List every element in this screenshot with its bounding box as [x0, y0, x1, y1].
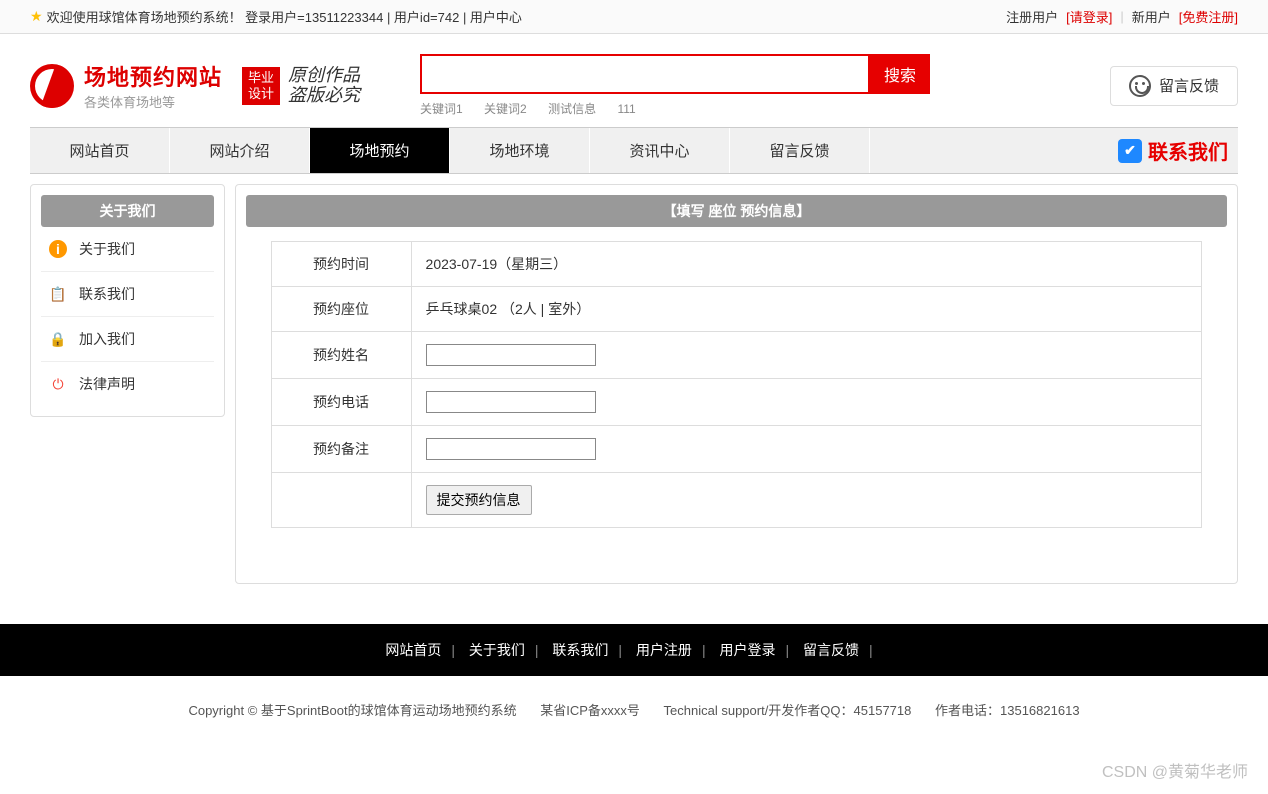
keyword-link[interactable]: 关键词1	[420, 102, 463, 116]
copyright-text: Copyright © 基于SprintBoot的球馆体育运动场地预约系统	[188, 703, 516, 718]
clipboard-icon: 📋	[49, 285, 67, 303]
keyword-link[interactable]: 111	[617, 102, 635, 116]
footer-nav: 网站首页| 关于我们| 联系我们| 用户注册| 用户登录| 留言反馈|	[0, 624, 1268, 676]
input-name[interactable]	[426, 344, 596, 366]
power-icon: ⏻	[49, 375, 67, 393]
contact-us[interactable]: ✔ 联系我们	[1118, 128, 1238, 173]
search-input[interactable]	[420, 54, 870, 94]
registered-label: 注册用户	[1006, 7, 1058, 26]
slogan: 原创作品 盗版必究	[288, 66, 360, 106]
nav-feedback[interactable]: 留言反馈	[730, 128, 870, 173]
check-icon: ✔	[1118, 139, 1142, 163]
welcome-text[interactable]: 欢迎使用球馆体育场地预约系统！ 登录用户=13511223344 | 用户id=…	[47, 7, 522, 26]
logo-sub: 各类体育场地等	[84, 92, 222, 111]
search-button[interactable]: 搜索	[870, 54, 930, 94]
nav-news[interactable]: 资讯中心	[590, 128, 730, 173]
search-keywords: 关键词1 关键词2 测试信息 111	[420, 100, 930, 117]
sidebar-item-label: 联系我们	[79, 284, 135, 304]
input-phone[interactable]	[426, 391, 596, 413]
footer-link[interactable]: 留言反馈	[803, 642, 859, 658]
badge-square: 毕业 设计	[242, 67, 280, 105]
content-title: 【填写 座位 预约信息】	[246, 195, 1227, 227]
divider: |	[1120, 9, 1123, 24]
label-name: 预约姓名	[271, 332, 411, 379]
label-seat: 预约座位	[271, 287, 411, 332]
icp-text: 某省ICP备xxxx号	[540, 703, 640, 718]
row-phone: 预约电话	[271, 379, 1202, 426]
login-link[interactable]: [请登录]	[1066, 7, 1112, 26]
phone-text: 作者电话：13516821613	[935, 703, 1080, 718]
value-seat: 乒乓球桌02 （2人 | 室外）	[411, 287, 1202, 332]
sidebar: 关于我们 i 关于我们 📋 联系我们 🔒 加入我们 ⏻ 法律声明	[30, 184, 225, 417]
sidebar-item-contact[interactable]: 📋 联系我们	[41, 272, 214, 317]
watermark: CSDN @黄菊华老师	[1102, 758, 1248, 782]
label-time: 预约时间	[271, 242, 411, 287]
header: 场地预约网站 各类体育场地等 毕业 设计 原创作品 盗版必究 搜索 关键词1 关…	[0, 34, 1268, 127]
sidebar-title: 关于我们	[41, 195, 214, 227]
register-link[interactable]: [免费注册]	[1179, 7, 1238, 26]
row-name: 预约姓名	[271, 332, 1202, 379]
footer-link[interactable]: 联系我们	[552, 642, 608, 658]
nav-home[interactable]: 网站首页	[30, 128, 170, 173]
logo-title: 场地预约网站	[84, 60, 222, 92]
new-user-label: 新用户	[1132, 7, 1171, 26]
topbar: ★ 欢迎使用球馆体育场地预约系统！ 登录用户=13511223344 | 用户i…	[0, 0, 1268, 34]
label-phone: 预约电话	[271, 379, 411, 426]
main: 关于我们 i 关于我们 📋 联系我们 🔒 加入我们 ⏻ 法律声明 【填写 座位 …	[0, 174, 1268, 604]
sidebar-item-join[interactable]: 🔒 加入我们	[41, 317, 214, 362]
value-time: 2023-07-19（星期三）	[411, 242, 1202, 287]
sidebar-item-about[interactable]: i 关于我们	[41, 227, 214, 272]
nav-venue[interactable]: 场地环境	[450, 128, 590, 173]
navbar: 网站首页 网站介绍 场地预约 场地环境 资讯中心 留言反馈 ✔ 联系我们	[30, 127, 1238, 174]
booking-form: 预约时间 2023-07-19（星期三） 预约座位 乒乓球桌02 （2人 | 室…	[271, 241, 1203, 528]
sidebar-item-label: 关于我们	[79, 239, 135, 259]
footer-link[interactable]: 用户注册	[636, 642, 692, 658]
footer-link[interactable]: 用户登录	[719, 642, 775, 658]
row-submit: 提交预约信息	[271, 473, 1202, 528]
topbar-right: 注册用户 [请登录] | 新用户 [免费注册]	[1006, 7, 1238, 26]
footer-link[interactable]: 网站首页	[385, 642, 441, 658]
copyright: Copyright © 基于SprintBoot的球馆体育运动场地预约系统 某省…	[0, 676, 1268, 743]
sidebar-item-label: 法律声明	[79, 374, 135, 394]
support-text: Technical support/开发作者QQ：45157718	[664, 703, 912, 718]
topbar-left: ★ 欢迎使用球馆体育场地预约系统！ 登录用户=13511223344 | 用户i…	[30, 7, 522, 26]
input-remark[interactable]	[426, 438, 596, 460]
logo-icon	[30, 64, 74, 108]
label-remark: 预约备注	[271, 426, 411, 473]
sidebar-item-legal[interactable]: ⏻ 法律声明	[41, 362, 214, 406]
keyword-link[interactable]: 测试信息	[548, 102, 596, 116]
badge-block: 毕业 设计 原创作品 盗版必究	[242, 66, 360, 106]
headset-icon	[1129, 75, 1151, 97]
logo-block[interactable]: 场地预约网站 各类体育场地等	[30, 60, 222, 111]
row-seat: 预约座位 乒乓球桌02 （2人 | 室外）	[271, 287, 1202, 332]
keyword-link[interactable]: 关键词2	[484, 102, 527, 116]
feedback-button[interactable]: 留言反馈	[1110, 66, 1238, 106]
lock-icon: 🔒	[49, 330, 67, 348]
logo-text: 场地预约网站 各类体育场地等	[84, 60, 222, 111]
sidebar-item-label: 加入我们	[79, 329, 135, 349]
star-icon: ★	[30, 8, 43, 25]
footer-link[interactable]: 关于我们	[469, 642, 525, 658]
content: 【填写 座位 预约信息】 预约时间 2023-07-19（星期三） 预约座位 乒…	[235, 184, 1238, 584]
nav-about[interactable]: 网站介绍	[170, 128, 310, 173]
nav-booking[interactable]: 场地预约	[310, 128, 450, 173]
info-icon: i	[49, 240, 67, 258]
submit-button[interactable]: 提交预约信息	[426, 485, 532, 515]
row-time: 预约时间 2023-07-19（星期三）	[271, 242, 1202, 287]
search-block: 搜索 关键词1 关键词2 测试信息 111	[420, 54, 930, 117]
row-remark: 预约备注	[271, 426, 1202, 473]
